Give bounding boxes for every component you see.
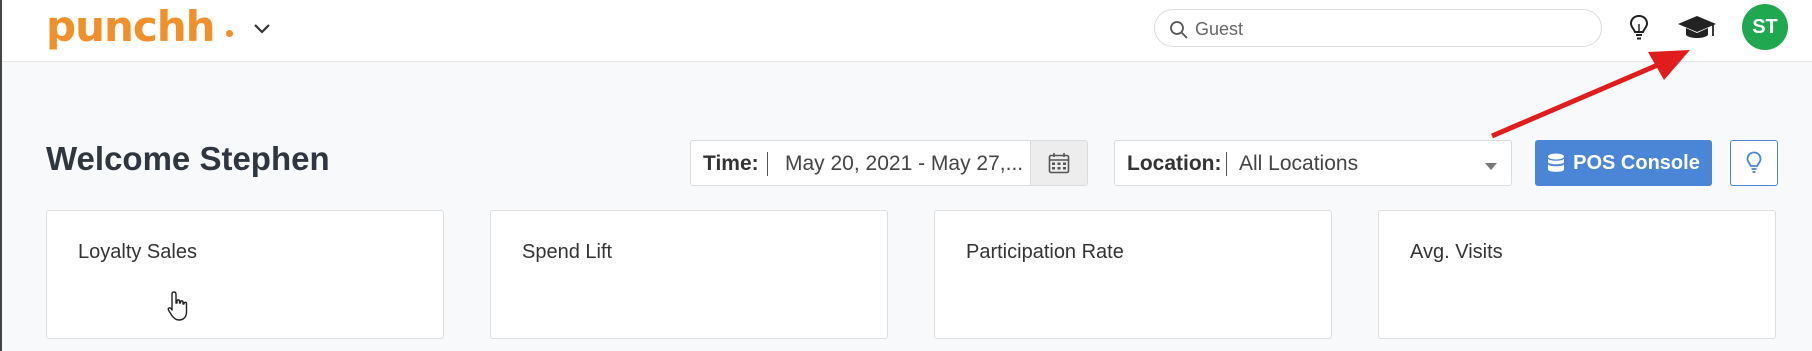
spend-lift-card[interactable]: Spend Lift: [490, 210, 888, 339]
time-value[interactable]: May 20, 2021 - May 27,...: [785, 152, 1023, 176]
lightbulb-icon: [1746, 151, 1762, 173]
lightbulb-icon[interactable]: [1628, 14, 1650, 42]
pos-console-button[interactable]: POS Console: [1535, 140, 1712, 186]
search-icon: [1170, 21, 1188, 39]
database-icon: [1548, 153, 1565, 172]
card-title: Avg. Visits: [1410, 241, 1503, 263]
search-input[interactable]: [1193, 16, 1587, 42]
calendar-button[interactable]: [1030, 141, 1087, 185]
annotation-arrow: [1491, 50, 1690, 139]
logo-dot: [226, 30, 233, 37]
card-title: Participation Rate: [966, 241, 1124, 263]
time-label: Time:: [703, 152, 759, 175]
card-title: Loyalty Sales: [78, 241, 197, 263]
hand-cursor-icon: [167, 291, 188, 321]
punchh-logo[interactable]: punchh: [46, 4, 216, 50]
location-select[interactable]: Location: All Locations: [1114, 140, 1512, 186]
chevron-down-icon[interactable]: [252, 22, 272, 36]
loyalty-sales-card[interactable]: Loyalty Sales: [46, 210, 444, 339]
tips-button[interactable]: [1730, 140, 1778, 186]
card-title: Spend Lift: [522, 241, 613, 263]
participation-rate-card[interactable]: Participation Rate: [934, 210, 1332, 339]
calendar-icon: [1048, 153, 1070, 174]
time-range-picker[interactable]: Time: May 20, 2021 - May 27,...: [690, 140, 1088, 186]
location-value[interactable]: All Locations: [1239, 152, 1358, 176]
dropdown-caret-icon[interactable]: [1485, 163, 1497, 170]
user-avatar[interactable]: ST: [1742, 4, 1788, 50]
graduation-cap-icon[interactable]: [1677, 14, 1717, 42]
location-label: Location:: [1127, 152, 1222, 175]
avg-visits-card[interactable]: Avg. Visits: [1378, 210, 1776, 339]
location-separator: [1226, 152, 1227, 176]
time-separator: [767, 152, 768, 176]
welcome-heading: Welcome Stephen: [46, 140, 330, 177]
pos-console-label: POS Console: [1573, 151, 1700, 174]
